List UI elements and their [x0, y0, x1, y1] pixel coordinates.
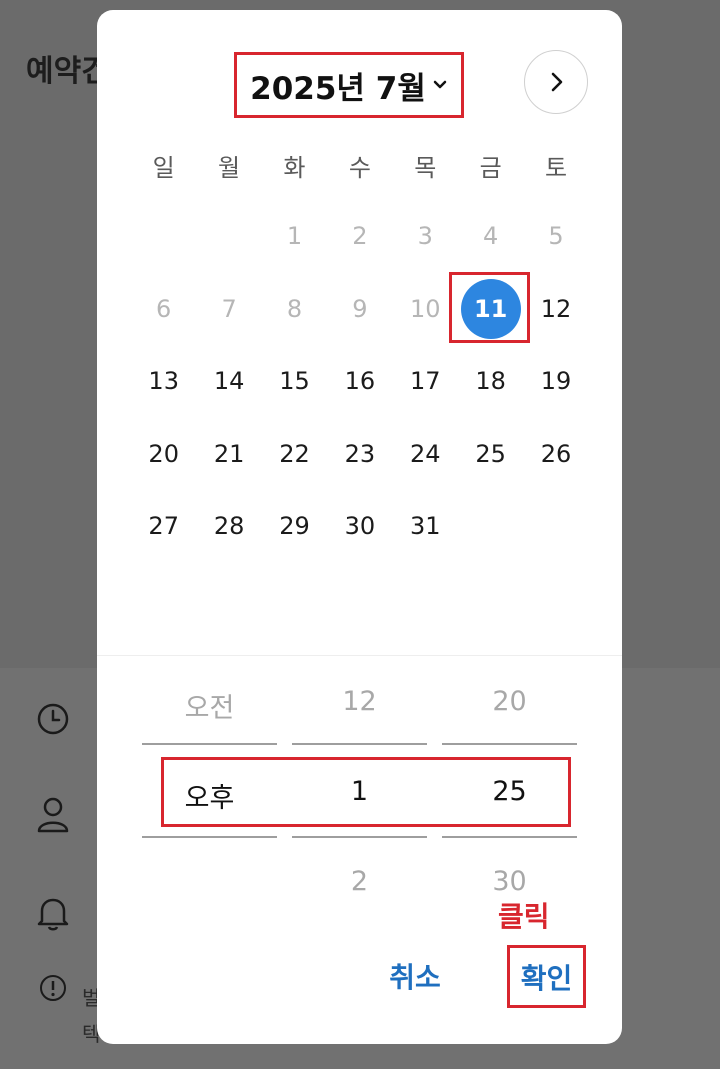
calendar-day-selected[interactable]: 11 — [458, 273, 523, 346]
calendar-day[interactable]: 26 — [523, 418, 588, 491]
ampm-selected[interactable]: 오후 — [142, 776, 277, 815]
calendar-grid: 일 월 화 수 목 금 토 1 2 3 4 5 6 7 8 9 10 11 12… — [131, 130, 589, 563]
calendar-day[interactable]: 20 — [131, 418, 196, 491]
weekday-sat: 토 — [544, 153, 568, 182]
next-month-button[interactable] — [524, 50, 588, 114]
month-label: 2025년 7월 — [250, 70, 426, 107]
minute-selected[interactable]: 25 — [442, 776, 577, 807]
calendar-day[interactable]: 17 — [393, 345, 458, 418]
cancel-button[interactable]: 취소 — [370, 952, 460, 1000]
confirm-button[interactable]: 확인 — [507, 945, 586, 1008]
empty-cell — [196, 200, 261, 273]
weekday-sun: 일 — [152, 153, 175, 182]
calendar-day-disabled: 5 — [548, 222, 564, 251]
weekday-wed: 수 — [348, 153, 371, 182]
calendar-day[interactable]: 22 — [262, 418, 327, 491]
calendar-day[interactable]: 30 — [327, 490, 392, 563]
calendar-day[interactable]: 19 — [523, 345, 588, 418]
month-selector-button[interactable]: 2025년 7월 — [234, 52, 464, 118]
hour-selected[interactable]: 1 — [292, 776, 427, 807]
calendar-day[interactable]: 12 — [523, 273, 588, 346]
person-icon — [37, 797, 69, 833]
calendar-day-disabled: 6 — [156, 294, 172, 323]
chevron-right-icon — [551, 72, 563, 92]
weekday-thu: 목 — [414, 153, 437, 182]
calendar-day[interactable]: 28 — [196, 490, 261, 563]
calendar-day-disabled: 1 — [286, 222, 303, 251]
info-icon — [40, 975, 66, 1001]
calendar-day[interactable]: 23 — [327, 418, 392, 491]
calendar-day-disabled: 7 — [221, 294, 237, 323]
calendar-day-disabled: 10 — [409, 294, 441, 323]
weekday-tue: 화 — [283, 153, 306, 182]
calendar-day[interactable]: 13 — [131, 345, 196, 418]
calendar-day-disabled: 3 — [417, 222, 433, 251]
calendar-day[interactable]: 24 — [393, 418, 458, 491]
bell-icon — [37, 898, 69, 931]
hour-divider — [292, 743, 427, 745]
calendar-day-disabled: 9 — [352, 294, 368, 323]
weekday-mon: 월 — [218, 153, 241, 182]
minute-option[interactable]: 30 — [442, 866, 577, 897]
calendar-day[interactable]: 16 — [327, 345, 392, 418]
empty-cell — [131, 200, 196, 273]
calendar-day-disabled: 4 — [483, 222, 499, 251]
click-annotation: 클릭 — [498, 900, 550, 933]
calendar-day-disabled: 8 — [286, 294, 303, 323]
divider — [97, 655, 622, 656]
minute-divider — [442, 743, 577, 745]
calendar-day[interactable]: 31 — [393, 490, 458, 563]
hour-option[interactable]: 2 — [292, 866, 427, 897]
ampm-divider — [142, 836, 277, 838]
calendar-day[interactable]: 21 — [196, 418, 261, 491]
calendar-day[interactable]: 15 — [262, 345, 327, 418]
minute-option[interactable]: 20 — [442, 686, 577, 717]
hour-option[interactable]: 12 — [292, 686, 427, 717]
chevron-down-icon — [433, 80, 447, 89]
calendar-day[interactable]: 29 — [262, 490, 327, 563]
ampm-option[interactable]: 오전 — [142, 686, 277, 725]
calendar-day[interactable]: 25 — [458, 418, 523, 491]
selected-day-label: 11 — [460, 278, 521, 339]
minute-divider — [442, 836, 577, 838]
weekday-fri: 금 — [479, 153, 502, 182]
calendar-day[interactable]: 18 — [458, 345, 523, 418]
calendar-day[interactable]: 27 — [131, 490, 196, 563]
calendar-day[interactable]: 14 — [196, 345, 261, 418]
calendar-day-disabled: 2 — [352, 222, 368, 251]
clock-icon — [37, 703, 69, 735]
hour-divider — [292, 836, 427, 838]
ampm-divider — [142, 743, 277, 745]
